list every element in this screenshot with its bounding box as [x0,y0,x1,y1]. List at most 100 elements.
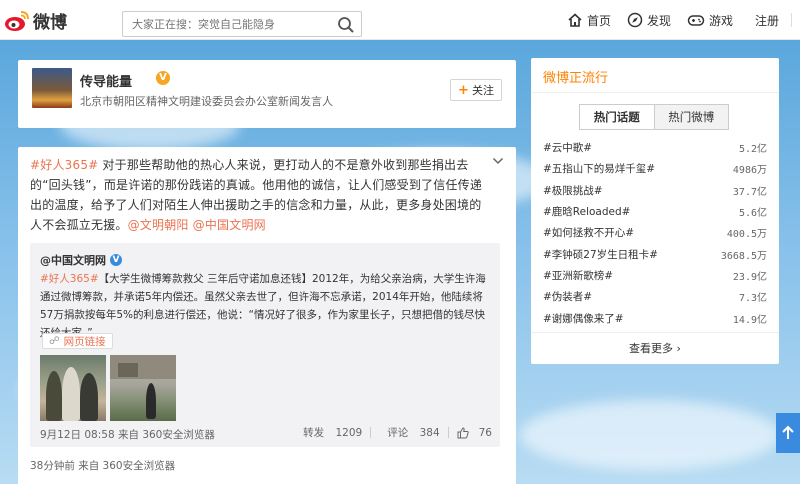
topic-name: #李钟硕27岁生日租卡# [543,248,658,261]
topic-name: #如何拯救不开心# [543,227,635,240]
list-item[interactable]: #鹿晗Reloaded# 5.6亿 [543,201,767,222]
topic-count: 400.5万 [726,229,767,241]
web-link-button[interactable]: ☍ 网页链接 [42,333,113,349]
nav-home[interactable]: 首页 [567,12,611,29]
repost-label: 转发 [303,427,325,439]
repost-user: @中国文明网 V [40,252,122,268]
repost-body: 【大学生微博筹款救父 三年后守诺加息还钱】2012年，为给父亲治病，大学生许海通… [40,273,486,339]
weibo-logo[interactable]: 微博 [4,8,67,33]
chevron-down-icon[interactable] [492,157,504,165]
repost-count: 1209 [335,427,363,439]
link-icon: ☍ [49,335,60,347]
reposted-weibo: @中国文明网 V #好人365#【大学生微博筹款救父 三年后守诺加息还钱】201… [30,243,500,447]
profile-description: 北京市朝阳区精神文明建设委员会办公室新闻发言人 [80,95,333,108]
nav-register[interactable]: 注册 [755,12,779,29]
topic-count: 3668.5万 [720,250,767,262]
repost-username[interactable]: @中国文明网 [40,252,106,268]
comment-action[interactable]: 评论 384 [379,425,439,440]
list-item[interactable]: #谢娜偶像来了# 14.9亿 [543,307,767,328]
repost-photo[interactable] [110,355,176,421]
trending-tabs: 热门话题 热门微博 [579,104,729,130]
post-text: #好人365# 对于那些帮助他的热心人来说，更打动人的不是意外收到那些捐出去的“… [30,155,490,235]
post-card: #好人365# 对于那些帮助他的热心人来说，更打动人的不是意外收到那些捐出去的“… [18,147,516,484]
list-item[interactable]: #如何拯救不开心# 400.5万 [543,222,767,243]
repost-actions: 转发 1209 评论 384 76 [287,425,492,440]
comment-label: 评论 [387,427,409,439]
tab-hot-topics[interactable]: 热门话题 [580,105,654,129]
divider [370,427,372,438]
topic-count: 4986万 [732,165,767,177]
top-nav: 首页 发现 游戏 注册 [551,0,792,40]
arrow-up-icon [782,425,794,439]
topic-name: #五指山下的易烊千玺# [543,163,656,176]
thumbs-up-icon [457,426,469,438]
back-to-top-button[interactable] [776,413,800,453]
profile-card: 传导能量 V 北京市朝阳区精神文明建设委员会办公室新闻发言人 + 关注 [18,60,516,128]
repost-source: 来自 360安全浏览器 [117,429,215,441]
trending-list: #云中歌# 5.2亿 #五指山下的易烊千玺# 4986万 #极限挑战# 37.7亿 #… [543,137,767,329]
topic-name: #云中歌# [543,142,593,155]
trending-title: 微博正流行 [543,71,609,86]
top-navigation-bar: 微博 首页 发现 [0,0,800,40]
home-icon [568,13,582,27]
profile-name[interactable]: 传导能量 [80,71,132,90]
mention-link[interactable]: @中国文明网 [193,218,266,232]
trending-panel: 微博正流行 热门话题 热门微博 #云中歌# 5.2亿 #五指山下的易烊千玺# 498… [531,58,779,364]
repost-time: 9月12日 08:58 来自 360安全浏览器 [40,427,215,442]
follow-label: 关注 [471,84,494,97]
repost-action[interactable]: 转发 1209 [295,425,362,440]
divider [531,92,779,93]
tab-hot-weibo[interactable]: 热门微博 [653,105,728,129]
chevron-right-icon: › [676,342,681,355]
topic-name: #伪装者# [543,291,593,304]
avatar[interactable] [32,68,72,108]
nav-discover[interactable]: 发现 [627,12,671,29]
gamepad-icon [687,15,705,26]
search-input[interactable] [123,12,323,36]
nav-register-label: 注册 [754,13,779,28]
nav-games[interactable]: 游戏 [687,12,733,29]
topic-count: 37.7亿 [732,186,767,198]
nav-divider [791,13,792,27]
weibo-logo-icon [5,10,29,31]
topic-count: 7.3亿 [738,293,767,305]
topic-name: #谢娜偶像来了# [543,312,624,325]
topic-name: #鹿晗Reloaded# [543,206,631,219]
nav-discover-label: 发现 [646,13,671,28]
follow-button[interactable]: + 关注 [450,79,502,101]
web-link-label: 网页链接 [63,335,106,348]
divider [531,332,779,333]
list-item[interactable]: #伪装者# 7.3亿 [543,286,767,307]
verified-badge-icon: V [156,71,170,85]
repost-photo[interactable] [40,355,106,421]
nav-home-label: 首页 [586,13,611,28]
post-topic-tag[interactable]: #好人365# [30,158,98,172]
see-more-link[interactable]: 查看更多 › [531,340,779,356]
verified-blue-icon: V [110,254,122,266]
topic-name: #亚洲新歌榜# [543,269,614,282]
plus-icon: + [458,82,469,98]
like-action[interactable]: 76 [457,427,492,439]
search-box[interactable] [122,11,362,37]
list-item[interactable]: #五指山下的易烊千玺# 4986万 [543,158,767,179]
repost-text: #好人365#【大学生微博筹款救父 三年后守诺加息还钱】2012年，为给父亲治病… [40,270,492,342]
search-icon[interactable] [337,16,355,34]
nav-games-label: 游戏 [708,13,733,28]
list-item[interactable]: #亚洲新歌榜# 23.9亿 [543,265,767,286]
compass-icon [627,12,643,28]
list-item[interactable]: #李钟硕27岁生日租卡# 3668.5万 [543,243,767,264]
repost-topic-tag[interactable]: #好人365# [40,273,99,285]
logo-text: 微博 [33,13,67,33]
topic-count: 5.2亿 [738,144,767,156]
like-count: 76 [478,426,492,439]
see-more-label: 查看更多 [629,342,674,355]
list-item[interactable]: #云中歌# 5.2亿 [543,137,767,158]
post-footer: 38分钟前 来自 360安全浏览器 [30,460,176,472]
repost-date[interactable]: 9月12日 08:58 [40,429,115,441]
list-item[interactable]: #极限挑战# 37.7亿 [543,180,767,201]
divider [447,427,449,438]
topic-count: 14.9亿 [732,314,767,326]
topic-count: 23.9亿 [732,271,767,283]
topic-count: 5.6亿 [738,208,767,220]
mention-link[interactable]: @文明朝阳 [128,218,189,232]
